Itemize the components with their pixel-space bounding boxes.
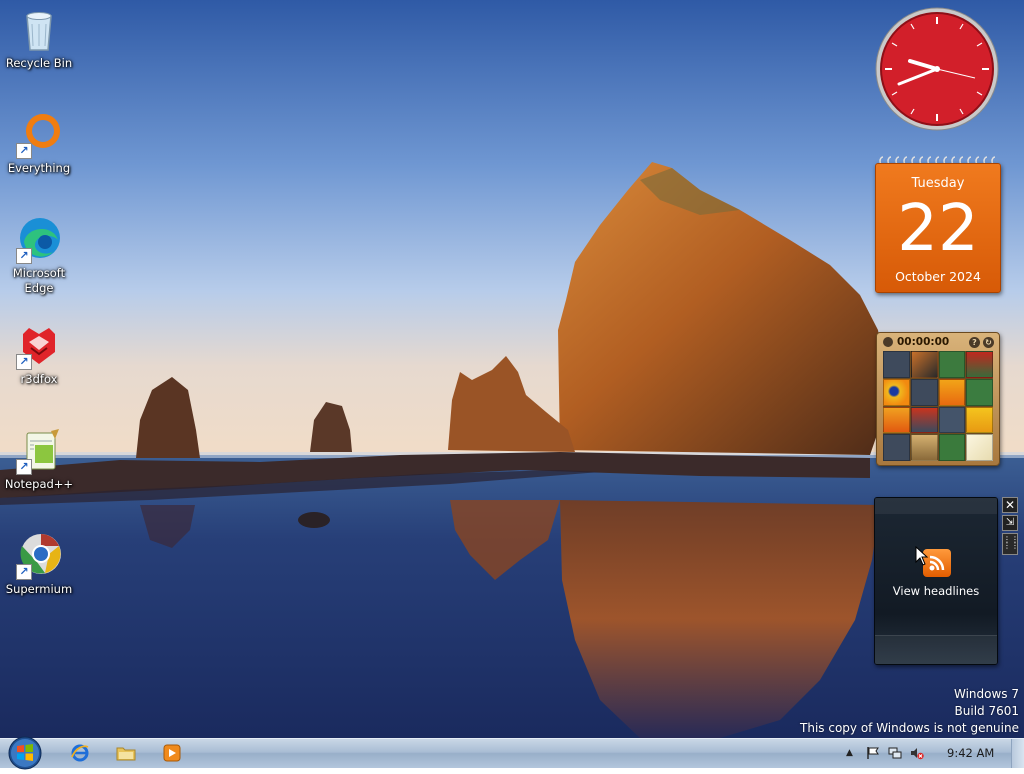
view-headlines-link[interactable]: View headlines [875,584,997,598]
puzzle-tile[interactable] [883,351,910,378]
puzzle-tile[interactable] [938,351,966,378]
r3dfox-icon: ↗ [15,322,63,370]
puzzle-tile[interactable] [966,434,993,461]
gadget-toolbar: ✕ ⇲ ⋮⋮ ⋮⋮ [1002,497,1020,557]
puzzle-tile[interactable] [938,406,966,434]
icon-label: Microsoft Edge [12,266,66,295]
close-icon[interactable]: ✕ [1002,497,1018,513]
feed-header [875,498,997,514]
puzzle-tile[interactable] [966,406,993,434]
media-player-icon [163,744,181,762]
action-center-flag-icon[interactable] [866,746,880,760]
internet-explorer-icon [71,744,89,762]
calendar-date: 22 [897,192,979,266]
tray-clock[interactable]: 9:42 AM [947,746,994,760]
shortcut-arrow-icon: ↗ [16,354,32,370]
watermark-line: This copy of Windows is not genuine [800,721,1019,735]
show-desktop-button[interactable] [1011,739,1024,768]
puzzle-tile[interactable] [910,351,938,378]
puzzle-tile[interactable] [966,351,993,378]
recycle-bin-icon [15,6,63,54]
puzzle-tile[interactable] [938,378,966,406]
puzzle-tile[interactable] [910,434,938,461]
desktop-icon-r3dfox[interactable]: ↗ r3dfox [1,322,77,387]
windows-explorer-icon [116,747,136,761]
icon-label: Everything [7,161,71,175]
resize-icon[interactable]: ⇲ [1002,515,1018,531]
notepadpp-icon: ↗ [15,427,63,475]
taskbar-media-player[interactable] [152,740,192,766]
desktop-icon-everything[interactable]: ↗ Everything [1,111,77,176]
shortcut-arrow-icon: ↗ [16,143,32,159]
supermium-icon: ↗ [15,532,63,580]
icon-label: Recycle Bin [5,56,73,70]
solve-icon[interactable]: ↻ [983,337,994,348]
notification-area: ▲ 9:42 AM [834,739,1024,768]
puzzle-tile[interactable] [910,378,938,406]
desktop-icon-recycle-bin[interactable]: Recycle Bin [1,6,77,71]
shortcut-arrow-icon: ↗ [16,459,32,475]
desktop-icon-notepadpp[interactable]: ↗ Notepad++ [1,427,77,492]
analog-clock-icon [875,7,999,131]
everything-icon: ↗ [15,111,63,159]
watermark-line: Build 7601 [954,704,1019,718]
desktop-icon-microsoft-edge[interactable]: ↗ Microsoft Edge [1,216,77,296]
picture-puzzle-gadget[interactable]: 00:00:00 ? ↻ [876,332,1000,466]
feed-headlines-gadget[interactable]: View headlines [874,497,998,665]
puzzle-timer: 00:00:00 [897,336,950,348]
taskbar: ▲ 9:42 AM [0,736,1024,770]
puzzle-tile[interactable] [966,378,993,406]
icon-label: Supermium [5,582,73,596]
taskbar-windows-explorer[interactable] [106,740,146,766]
windows-watermark: Windows 7 Build 7601 This copy of Window… [800,686,1019,737]
desktop-wallpaper [0,0,1024,738]
edge-icon: ↗ [15,216,63,264]
calendar-gadget[interactable]: Tuesday 22 October 2024 [875,153,1001,293]
help-icon[interactable]: ? [969,337,980,348]
puzzle-grid[interactable] [883,351,993,461]
calendar-day: Tuesday [911,176,965,191]
puzzle-tile[interactable] [883,378,910,406]
shortcut-arrow-icon: ↗ [16,248,32,264]
puzzle-tile[interactable] [938,434,966,461]
icon-label: r3dfox [20,372,58,386]
calendar-page: Tuesday 22 October 2024 [875,163,1001,293]
windows-logo-icon [8,736,42,770]
timer-icon [883,337,893,347]
calendar-month: October 2024 [895,269,981,284]
watermark-line: Windows 7 [953,687,1019,701]
clock-gadget[interactable] [874,6,1000,132]
network-icon[interactable] [888,746,902,760]
feed-footer [875,635,997,664]
mouse-cursor-icon [915,546,929,566]
puzzle-tile[interactable] [883,406,910,434]
puzzle-header: 00:00:00 ? ↻ [881,336,995,349]
volume-muted-icon[interactable] [910,746,924,760]
start-button[interactable] [6,736,44,770]
drag-handle-icon[interactable]: ⋮⋮ ⋮⋮ [1002,533,1019,555]
desktop-icon-supermium[interactable]: ↗ Supermium [1,532,77,597]
puzzle-tile[interactable] [883,434,910,461]
taskbar-internet-explorer[interactable] [60,740,100,766]
puzzle-tile[interactable] [910,406,938,434]
show-hidden-icons-icon[interactable]: ▲ [846,748,860,762]
icon-label: Notepad++ [4,477,74,491]
shortcut-arrow-icon: ↗ [16,564,32,580]
